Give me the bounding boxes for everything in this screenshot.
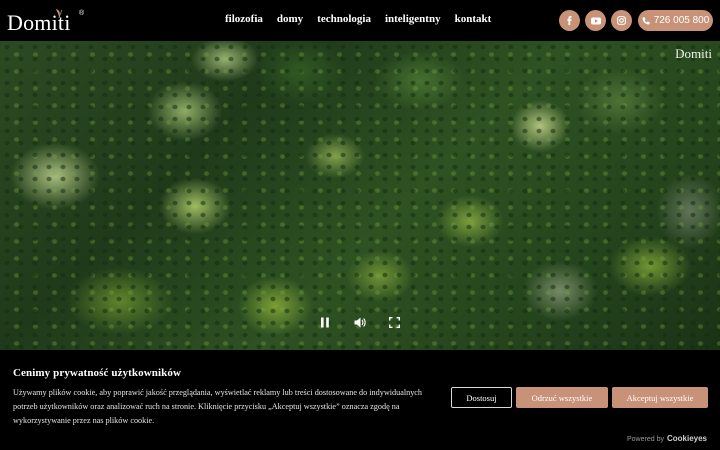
cookie-title: Cenimy prywatność użytkowników: [13, 367, 182, 379]
youtube-icon: [590, 17, 601, 24]
nav-item-inteligentny[interactable]: inteligentny: [385, 13, 441, 25]
nav-item-technologia[interactable]: technologia: [317, 13, 371, 25]
cookie-description: Używamy plików cookie, aby poprawić jako…: [13, 388, 423, 425]
instagram-icon: [617, 16, 626, 25]
reject-all-button[interactable]: Odrzuć wszystkie: [516, 387, 608, 408]
volume-icon[interactable]: [354, 317, 366, 328]
main-nav: filozofia domy technologia inteligentny …: [225, 13, 505, 25]
customize-button[interactable]: Dostosuj: [451, 387, 512, 408]
hero-video[interactable]: Domiti: [0, 41, 720, 350]
youtube-button[interactable]: [585, 10, 606, 31]
cookieyes-logo: Cookieyes: [666, 434, 707, 443]
nav-item-domy[interactable]: domy: [277, 13, 303, 25]
site-logo[interactable]: Domiti ®: [7, 8, 84, 34]
phone-icon: [642, 16, 650, 25]
pause-icon[interactable]: [320, 317, 330, 328]
instagram-button[interactable]: [611, 10, 632, 31]
site-header: Domiti ® filozofia domy technologia inte…: [0, 0, 720, 41]
nav-item-kontakt[interactable]: kontakt: [455, 13, 492, 25]
phone-number: 726 005 800: [653, 15, 710, 26]
powered-by-label: Powered by: [627, 436, 664, 443]
video-watermark: Domiti: [675, 46, 712, 61]
cookie-banner: Cenimy prywatność użytkowników Używamy p…: [0, 350, 720, 450]
facebook-icon: [567, 16, 572, 25]
forest-texture: [0, 41, 720, 350]
facebook-button[interactable]: [559, 10, 580, 31]
leaf-icon: [56, 9, 63, 18]
accept-all-button[interactable]: Akceptuj wszystkie: [612, 387, 708, 408]
powered-by[interactable]: Powered by Cookieyes: [627, 434, 707, 443]
phone-button[interactable]: 726 005 800: [638, 10, 713, 31]
nav-item-filozofia[interactable]: filozofia: [225, 13, 263, 25]
fullscreen-icon[interactable]: [389, 317, 400, 328]
registered-mark: ®: [79, 10, 85, 17]
